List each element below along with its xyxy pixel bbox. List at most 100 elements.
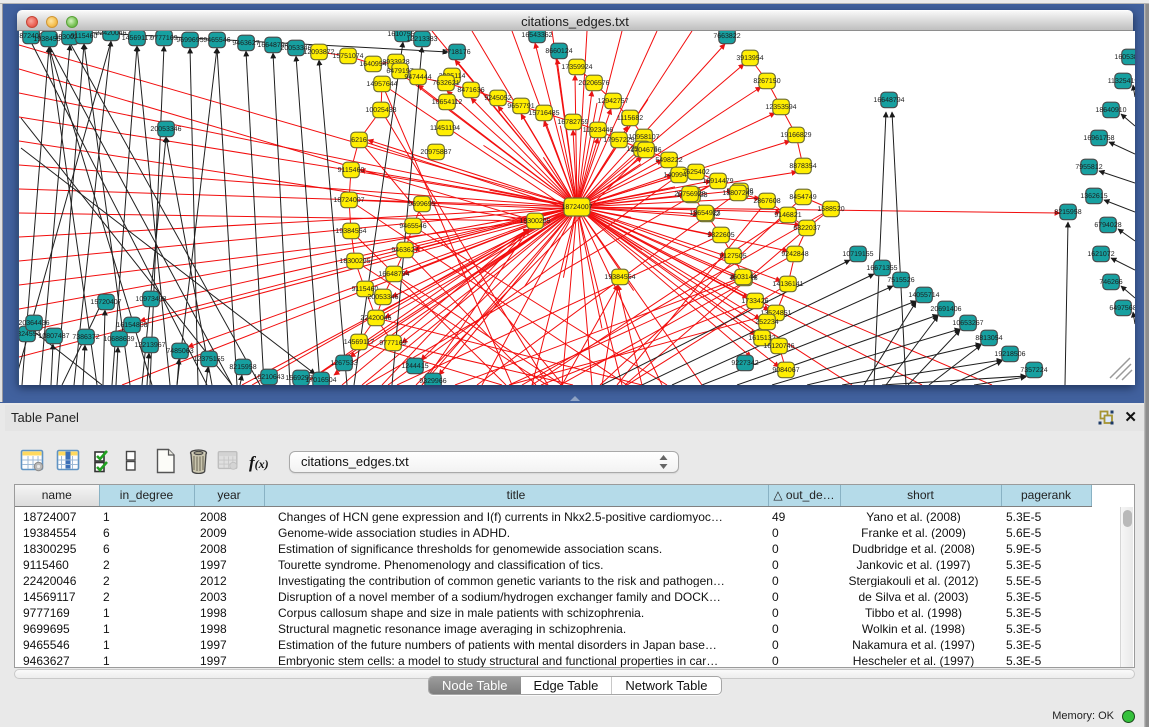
svg-text:20206576: 20206576: [578, 80, 609, 87]
svg-text:20975887: 20975887: [420, 149, 451, 156]
svg-text:16210643: 16210643: [253, 374, 284, 381]
svg-text:7955812: 7955812: [1075, 164, 1102, 171]
svg-text:3913954: 3913954: [736, 55, 763, 62]
svg-text:8813054: 8813054: [975, 335, 1002, 342]
svg-text:10958107: 10958107: [628, 134, 659, 141]
svg-text:5322605: 5322605: [707, 232, 734, 239]
svg-text:9146821: 9146821: [774, 212, 801, 219]
svg-text:9115460: 9115460: [71, 33, 98, 40]
svg-text:16648794: 16648794: [873, 97, 904, 104]
svg-text:20053346: 20053346: [150, 126, 181, 133]
svg-text:7485063: 7485063: [166, 348, 193, 355]
svg-text:9699695: 9699695: [408, 201, 435, 208]
svg-text:9657791: 9657791: [507, 103, 534, 110]
svg-text:1244415: 1244415: [401, 363, 428, 370]
svg-text:12093872: 12093872: [303, 49, 334, 56]
svg-text:6497568: 6497568: [1109, 305, 1135, 312]
svg-text:9474444: 9474444: [404, 74, 431, 81]
svg-text:19384554: 19384554: [604, 274, 635, 281]
svg-text:16961758: 16961758: [1083, 135, 1114, 142]
svg-text:16053809: 16053809: [1114, 54, 1135, 61]
svg-text:9465546: 9465546: [203, 37, 230, 44]
svg-text:9245052: 9245052: [484, 95, 511, 102]
svg-text:7632621: 7632621: [432, 80, 459, 87]
svg-text:9777169: 9777169: [150, 35, 177, 42]
svg-text:10653267: 10653267: [952, 320, 983, 327]
svg-text:9463627: 9463627: [232, 40, 259, 47]
svg-text:7386372: 7386372: [72, 334, 99, 341]
svg-text:8215958: 8215958: [229, 364, 256, 371]
svg-text:7515526: 7515526: [887, 277, 914, 284]
svg-text:2718176: 2718176: [443, 49, 470, 56]
svg-text:10688639: 10688639: [103, 336, 134, 343]
svg-text:11451194: 11451194: [430, 125, 460, 132]
svg-text:18807249: 18807249: [722, 190, 753, 197]
svg-text:9465546: 9465546: [399, 223, 426, 230]
svg-text:11325419: 11325419: [1108, 78, 1135, 85]
svg-text:14569117: 14569117: [344, 339, 375, 346]
svg-text:9699695: 9699695: [176, 37, 203, 44]
svg-text:9463627: 9463627: [391, 247, 418, 254]
svg-text:18640910: 18640910: [1095, 107, 1126, 114]
svg-text:1588520: 1588520: [817, 206, 844, 213]
svg-text:7625402: 7625402: [682, 169, 709, 176]
svg-text:16782759: 16782759: [557, 119, 588, 126]
svg-text:9777169: 9777169: [379, 340, 406, 347]
svg-text:2867608: 2867608: [753, 198, 780, 205]
svg-text:9127505: 9127505: [719, 253, 746, 260]
svg-text:18724007: 18724007: [561, 204, 592, 211]
svg-text:14136141: 14136141: [772, 281, 803, 288]
svg-text:1733426: 1733426: [741, 298, 768, 305]
svg-text:1115682: 1115682: [617, 115, 643, 122]
svg-text:13654923: 13654923: [689, 210, 720, 217]
svg-text:1621072: 1621072: [1087, 251, 1114, 258]
svg-text:7663822: 7663822: [713, 33, 740, 40]
svg-text:16120746: 16120746: [763, 343, 794, 350]
svg-text:18300295: 18300295: [519, 218, 550, 225]
svg-text:12353594: 12353594: [765, 104, 796, 111]
svg-text:16671355: 16671355: [866, 265, 897, 272]
svg-text:10025438: 10025438: [365, 107, 396, 114]
svg-text:17016504: 17016504: [305, 377, 336, 384]
svg-text:2603144: 2603144: [729, 274, 756, 281]
svg-text:8267150: 8267150: [753, 78, 780, 85]
svg-text:14055714: 14055714: [908, 292, 939, 299]
svg-text:10973493: 10973493: [135, 296, 166, 303]
svg-text:9227342: 9227342: [731, 360, 758, 367]
svg-text:14957644: 14957644: [366, 81, 397, 88]
svg-text:8471636: 8471636: [457, 87, 484, 94]
svg-text:16648794: 16648794: [378, 271, 409, 278]
svg-text:18300295: 18300295: [339, 258, 370, 265]
svg-text:8660124: 8660124: [545, 48, 572, 55]
svg-text:19166829: 19166829: [780, 132, 811, 139]
svg-text:6794028: 6794028: [1094, 222, 1121, 229]
svg-text:12213967: 12213967: [134, 342, 165, 349]
svg-text:746266: 746266: [1099, 279, 1122, 286]
svg-text:10719155: 10719155: [842, 251, 873, 258]
svg-text:6216: 6216: [351, 137, 367, 144]
svg-text:9242848: 9242848: [781, 251, 808, 258]
svg-text:5498222: 5498222: [655, 157, 682, 164]
svg-text:12375155: 12375155: [193, 356, 224, 363]
svg-text:9329966: 9329966: [419, 378, 446, 385]
svg-text:22420046: 22420046: [360, 315, 391, 322]
svg-text:17046766: 17046766: [630, 147, 661, 154]
svg-text:1267533: 1267533: [330, 360, 357, 367]
svg-text:8215958: 8215958: [1054, 209, 1081, 216]
svg-text:1362615: 1362615: [1080, 193, 1107, 200]
svg-text:15716485: 15716485: [528, 110, 559, 117]
svg-text:252234: 252234: [755, 319, 778, 326]
svg-text:16154808: 16154808: [116, 322, 147, 329]
svg-text:8878354: 8878354: [789, 163, 816, 170]
svg-text:20691406: 20691406: [930, 306, 961, 313]
svg-text:20053346: 20053346: [367, 294, 398, 301]
svg-text:18724007: 18724007: [333, 197, 364, 204]
svg-text:16914479: 16914479: [702, 178, 733, 185]
svg-text:9115460: 9115460: [338, 167, 365, 174]
svg-text:10654112: 10654112: [432, 99, 463, 106]
svg-text:6322037: 6322037: [793, 225, 820, 232]
svg-text:7357224: 7357224: [1020, 367, 1047, 374]
svg-text:14569117: 14569117: [122, 35, 153, 42]
svg-text:12213383: 12213383: [406, 36, 437, 43]
svg-text:19218506: 19218506: [994, 351, 1025, 358]
